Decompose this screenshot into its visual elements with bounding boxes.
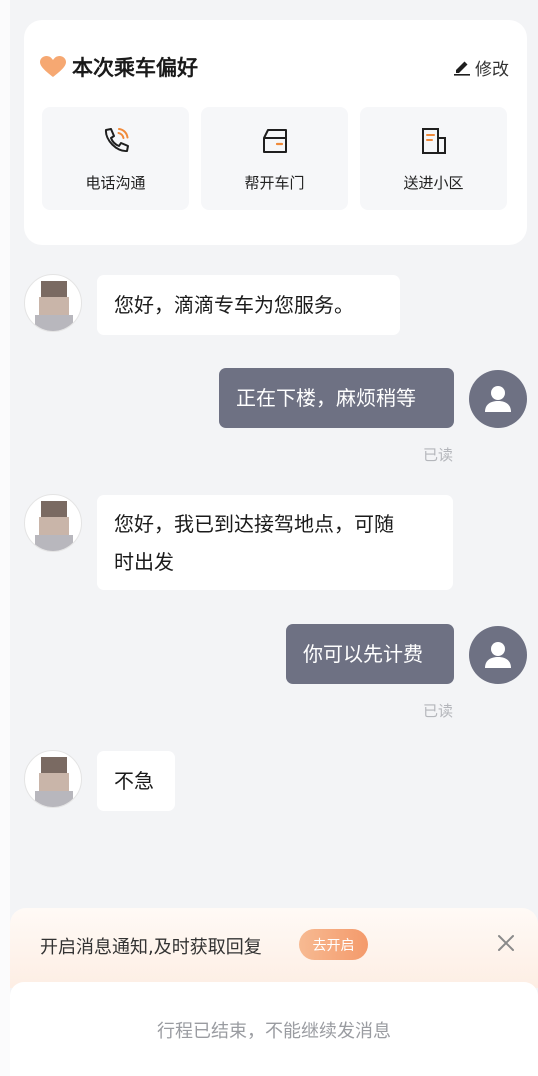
read-status: 已读 [423, 702, 454, 720]
preference-items: 电话沟通 帮开车门 送进小区 [42, 107, 507, 210]
preference-open-door[interactable]: 帮开车门 [201, 107, 348, 210]
edit-pencil-icon [454, 61, 470, 76]
ride-preferences-card: 本次乘车偏好 修改 电话沟通 帮开车门 送进小区 [24, 20, 527, 245]
driver-avatar[interactable] [24, 494, 82, 552]
message-bubble-user[interactable]: 你可以先计费 [286, 624, 454, 684]
notification-banner: 开启消息通知,及时获取回复 去开启 [10, 908, 538, 988]
message-bubble-driver[interactable]: 不急 [97, 751, 175, 811]
car-door-icon [262, 129, 287, 153]
message-text: 你可以先计费 [303, 642, 423, 666]
chat-footer: 行程已结束，不能继续发消息 [10, 982, 538, 1076]
left-edge [0, 0, 10, 1076]
message-text: 不急 [114, 769, 154, 793]
message-text-line: 时出发 [114, 550, 174, 574]
driver-avatar[interactable] [24, 750, 82, 808]
message-bubble-driver[interactable]: 您好，我已到达接驾地点，可随 时出发 [97, 495, 453, 590]
edit-preferences-button[interactable]: 修改 [453, 55, 509, 80]
preferences-title: 本次乘车偏好 [72, 56, 198, 80]
preference-phone-call[interactable]: 电话沟通 [42, 107, 189, 210]
close-icon[interactable] [495, 932, 517, 954]
driver-avatar[interactable] [24, 274, 82, 332]
preferences-header: 本次乘车偏好 修改 [40, 52, 509, 82]
message-bubble-user[interactable]: 正在下楼，麻烦稍等 [219, 368, 454, 428]
user-icon [485, 386, 511, 412]
notification-text: 开启消息通知,及时获取回复 [40, 937, 262, 958]
preference-label: 电话沟通 [85, 174, 146, 192]
preference-label: 帮开车门 [244, 174, 305, 192]
trip-ended-notice: 行程已结束，不能继续发消息 [157, 1021, 391, 1042]
user-avatar[interactable] [469, 626, 527, 684]
message-text: 正在下楼，麻烦稍等 [236, 386, 416, 410]
heart-icon [40, 56, 66, 77]
enable-notification-button[interactable]: 去开启 [299, 929, 368, 960]
user-avatar[interactable] [469, 370, 527, 428]
phone-call-icon [104, 128, 129, 153]
read-status: 已读 [423, 446, 454, 464]
preference-into-community[interactable]: 送进小区 [360, 107, 507, 210]
building-icon [421, 128, 446, 154]
edit-label: 修改 [475, 59, 509, 80]
preference-label: 送进小区 [403, 174, 464, 192]
user-icon [485, 642, 511, 668]
message-text-line: 您好，我已到达接驾地点，可随 [114, 512, 394, 536]
message-bubble-driver[interactable]: 您好，滴滴专车为您服务。 [97, 275, 400, 335]
message-text: 您好，滴滴专车为您服务。 [114, 293, 354, 317]
